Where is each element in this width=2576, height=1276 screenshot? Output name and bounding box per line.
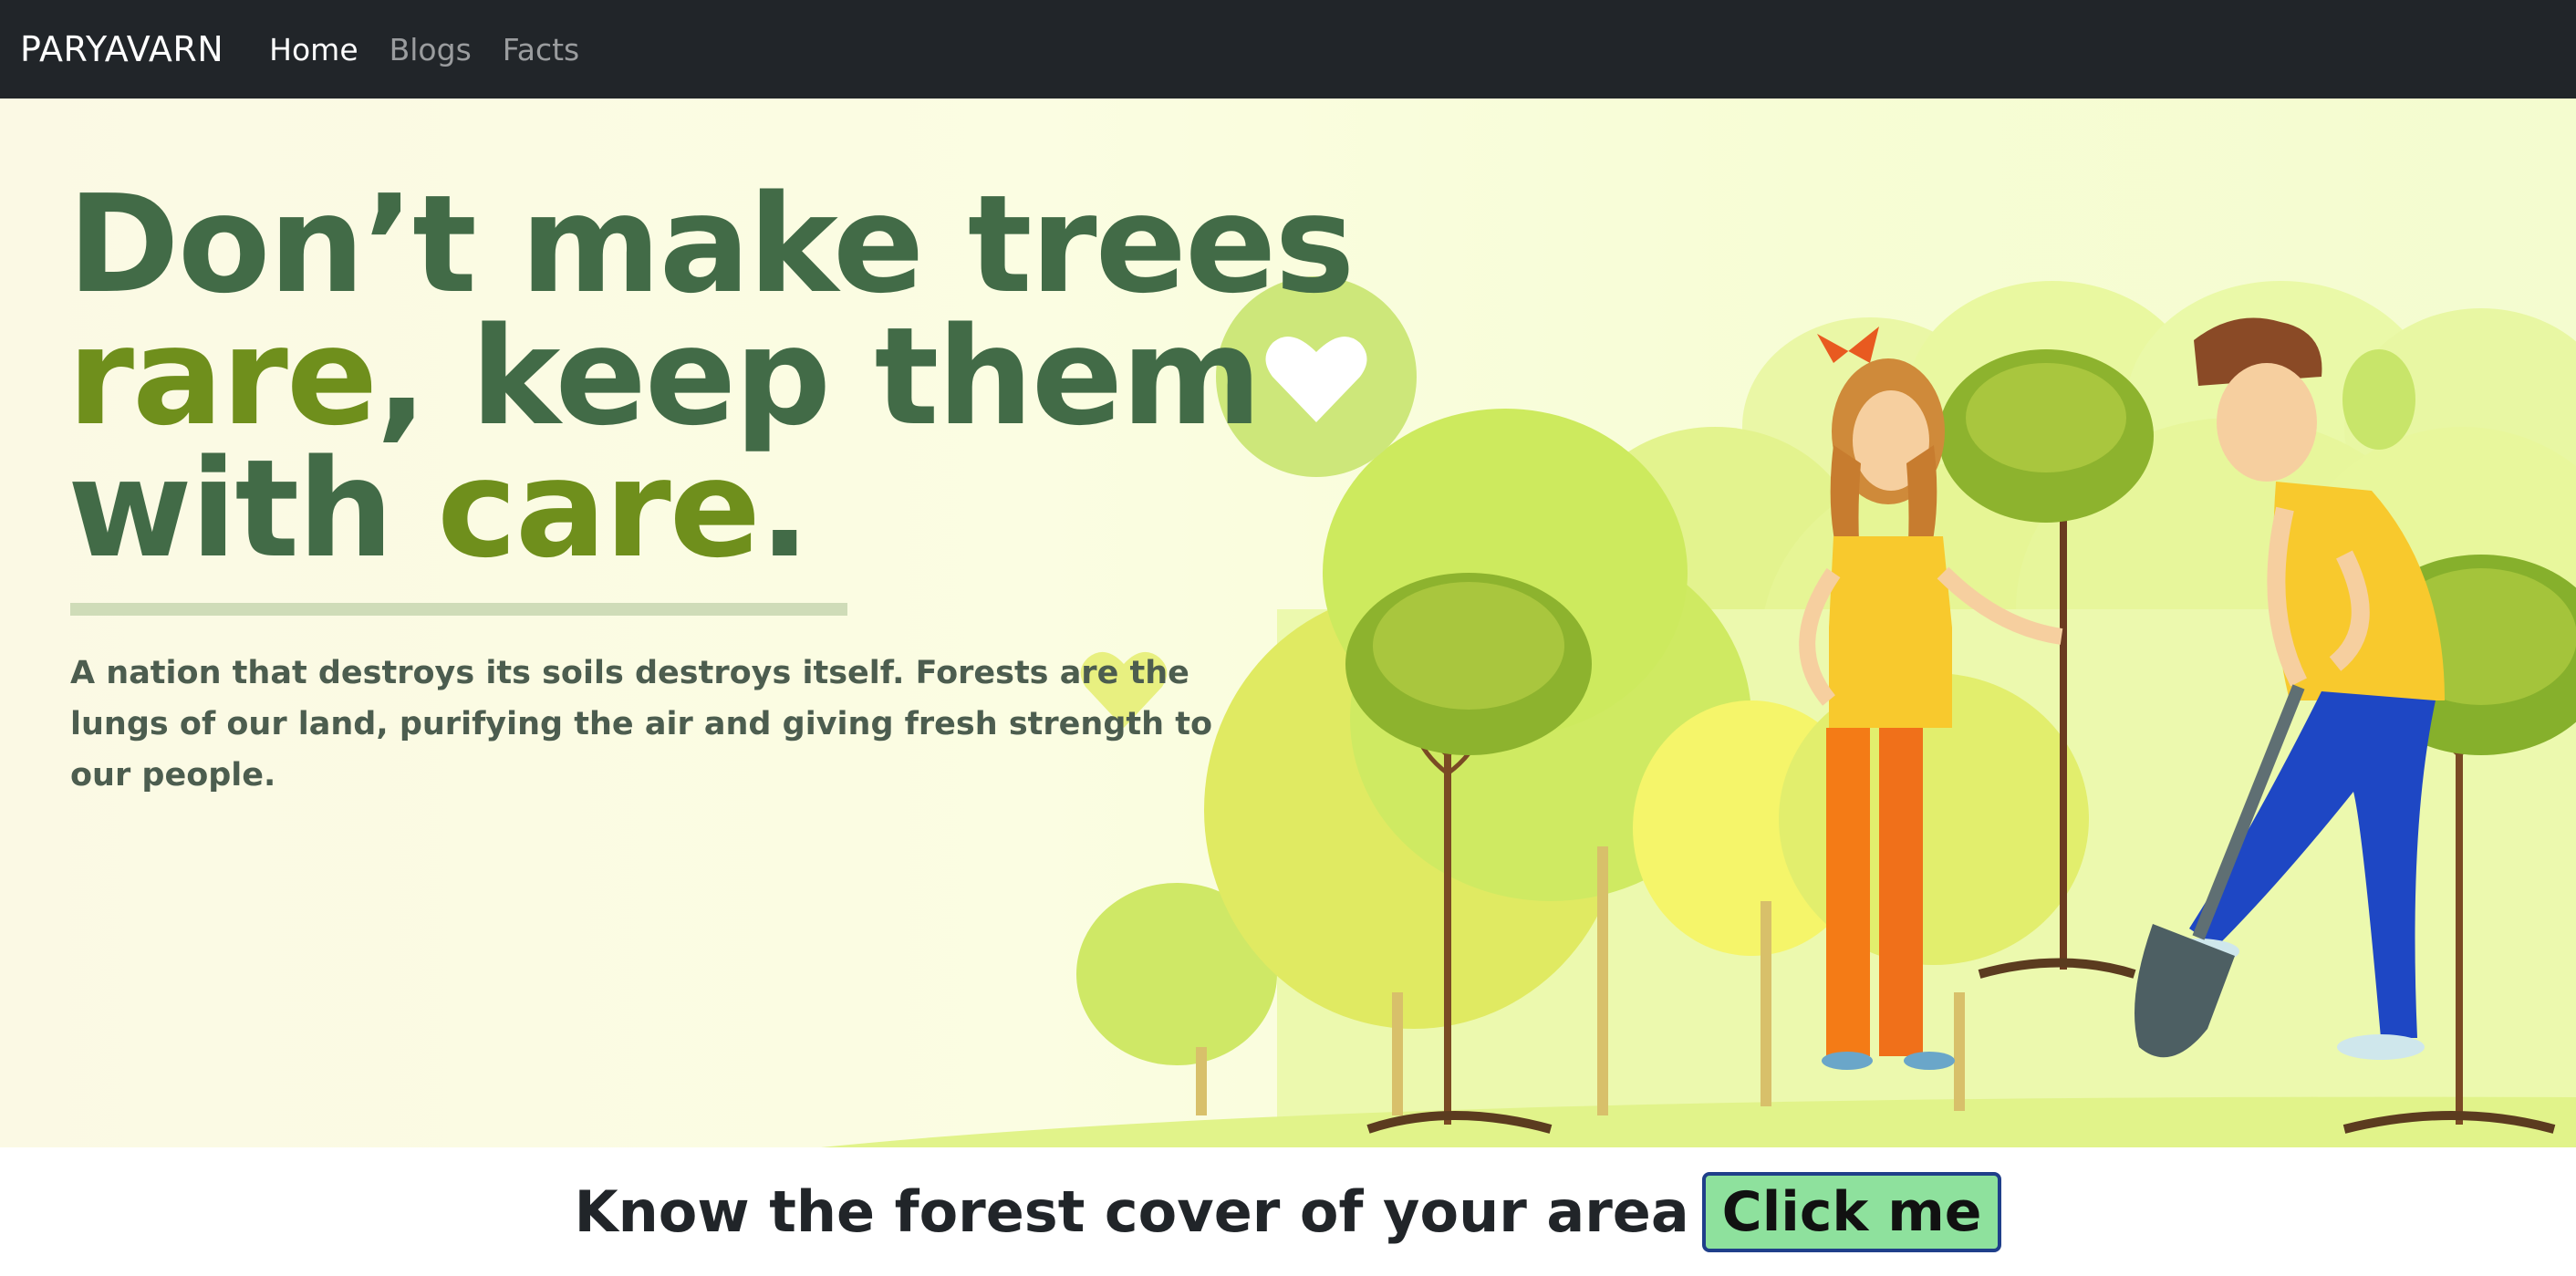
headline-line-2: rare, keep them [68, 309, 1353, 444]
headline-line-1: Don’t make trees [68, 166, 1355, 323]
hero-headline: Don’t make trees rare, keep them with ca… [68, 166, 1355, 576]
click-me-button[interactable]: Click me [1701, 1171, 2002, 1252]
nav-link-home[interactable]: Home [269, 32, 358, 67]
headline-divider [70, 603, 847, 616]
hero-section: Don’t make trees rare, keep them with ca… [0, 99, 2576, 1147]
cta-text: Know the forest cover of your area [574, 1178, 1689, 1245]
nav-links: Home Blogs Facts [269, 32, 579, 67]
ground [821, 1096, 2576, 1147]
brand-logo[interactable]: PARYAVARN [20, 29, 223, 69]
nav-link-facts[interactable]: Facts [503, 32, 579, 67]
headline-line-3-end: . [759, 431, 810, 587]
headline-line-3-start: with [68, 431, 438, 587]
nav-link-blogs[interactable]: Blogs [390, 32, 472, 67]
headline-accent-care: care [437, 431, 761, 587]
hero-lead-text: A nation that destroys its soils destroy… [70, 655, 1212, 794]
cta-section: Know the forest cover of your area Click… [0, 1147, 2576, 1276]
navbar: PARYAVARN Home Blogs Facts [0, 0, 2576, 99]
headline-line-3: with care. [68, 441, 1353, 576]
